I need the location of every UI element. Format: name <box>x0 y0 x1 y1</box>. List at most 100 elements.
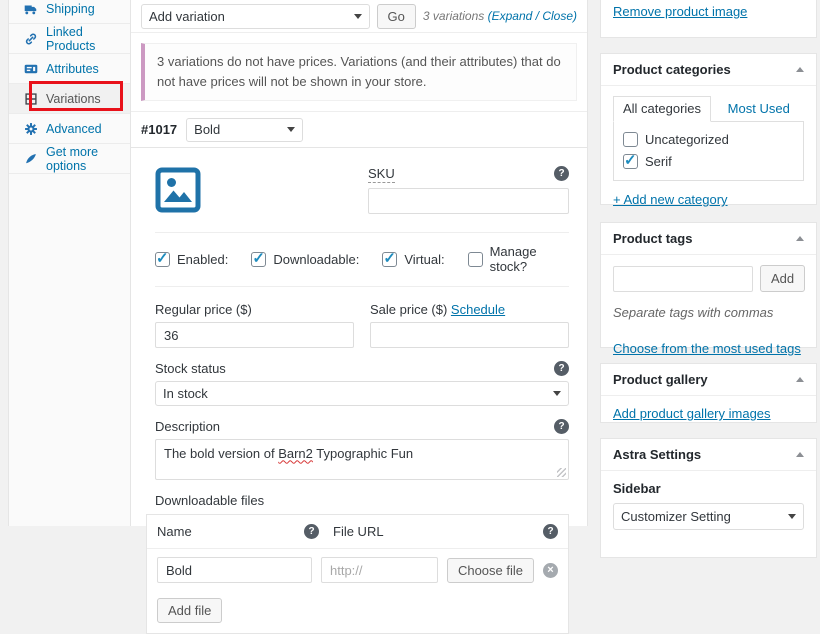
file-url-header: File URL <box>333 524 384 539</box>
tab-variations[interactable]: Variations <box>9 84 130 114</box>
expand-link[interactable]: Expand <box>492 9 533 23</box>
product-gallery-header[interactable]: Product gallery <box>601 364 816 396</box>
delete-file-icon[interactable]: × <box>543 563 558 578</box>
sale-price-input[interactable] <box>370 322 569 348</box>
description-textarea[interactable]: The bold version of Barn2 Typographic Fu… <box>155 439 569 480</box>
chevron-down-icon <box>553 391 561 396</box>
category-item-uncategorized: ✓ Uncategorized <box>623 132 794 147</box>
downloadable-files-table: Name? File URL? Choose file × Add file <box>146 514 569 634</box>
image-placeholder-icon <box>155 167 201 213</box>
sale-price-label: Sale price ($) <box>370 302 451 317</box>
variation-image-upload[interactable] <box>155 166 368 216</box>
sku-label: SKU <box>368 166 395 183</box>
stock-status-select[interactable]: In stock <box>155 381 569 406</box>
product-categories-header[interactable]: Product categories <box>601 54 816 86</box>
product-tags-panel: Product tags Add Separate tags with comm… <box>600 222 817 348</box>
file-table-footer: Add file <box>147 592 568 633</box>
schedule-link[interactable]: Schedule <box>451 302 505 317</box>
file-url-help-icon[interactable]: ? <box>543 524 558 539</box>
product-categories-title: Product categories <box>613 62 731 77</box>
file-name-input[interactable] <box>157 557 312 583</box>
wing-icon <box>24 152 38 166</box>
product-image-panel: Remove product image <box>600 0 817 38</box>
description-help-icon[interactable]: ? <box>554 419 569 434</box>
attributes-icon <box>24 62 38 76</box>
notice-wrapper: 3 variations do not have prices. Variati… <box>131 33 587 112</box>
collapse-icon[interactable] <box>796 67 804 72</box>
gear-icon <box>24 122 38 136</box>
sku-help-icon[interactable]: ? <box>554 166 569 181</box>
file-name-help-icon[interactable]: ? <box>304 524 319 539</box>
tab-all-categories[interactable]: All categories <box>613 96 711 122</box>
collapse-icon[interactable] <box>796 236 804 241</box>
enabled-checkbox[interactable]: ✓ <box>155 252 170 267</box>
no-prices-notice: 3 variations do not have prices. Variati… <box>141 43 577 101</box>
manage-stock-checkbox[interactable]: ✓ <box>468 252 483 267</box>
collapse-icon[interactable] <box>796 377 804 382</box>
sku-field-group: SKU ? <box>368 166 569 216</box>
add-variation-select[interactable]: Add variation <box>141 4 370 29</box>
product-tags-header[interactable]: Product tags <box>601 223 816 255</box>
grid-icon <box>24 92 38 106</box>
downloadable-label: Downloadable: <box>273 252 359 267</box>
tab-attributes-label: Attributes <box>46 62 99 76</box>
tab-shipping-label: Shipping <box>46 2 95 16</box>
add-gallery-images-link[interactable]: Add product gallery images <box>613 406 771 421</box>
astra-settings-header[interactable]: Astra Settings <box>601 439 816 471</box>
tab-attributes[interactable]: Attributes <box>9 54 130 84</box>
variation-attribute-select[interactable]: Bold <box>186 118 303 142</box>
sku-input[interactable] <box>368 188 569 214</box>
add-file-button[interactable]: Add file <box>157 598 222 623</box>
downloadable-option: ✓ Downloadable: <box>251 252 359 267</box>
category-tabs: All categories Most Used <box>613 96 804 121</box>
product-categories-panel: Product categories All categories Most U… <box>600 53 817 205</box>
stock-status-label: Stock status <box>155 361 226 376</box>
variation-attribute-value: Bold <box>194 122 220 137</box>
choose-file-button[interactable]: Choose file <box>447 558 534 583</box>
description-misspelled-word: Barn2 <box>278 446 313 461</box>
stock-status-group: Stock status ? In stock <box>155 361 569 406</box>
add-new-category-link[interactable]: + Add new category <box>613 192 728 207</box>
astra-settings-title: Astra Settings <box>613 447 701 462</box>
tab-linked-products[interactable]: Linked Products <box>9 24 130 54</box>
product-data-tabs: Shipping Linked Products Attributes Vari… <box>8 0 131 526</box>
link-icon <box>24 32 38 46</box>
category-item-serif: ✓ Serif <box>623 154 794 169</box>
uncategorized-checkbox[interactable]: ✓ <box>623 132 638 147</box>
remove-product-image-link[interactable]: Remove product image <box>613 4 747 19</box>
chevron-down-icon <box>287 127 295 132</box>
serif-label: Serif <box>645 154 672 169</box>
variations-toolbar: Add variation Go 3 variations (Expand / … <box>131 0 587 33</box>
tags-input[interactable] <box>613 266 753 292</box>
description-text-before: The bold version of <box>164 446 278 461</box>
variation-body: SKU ? ✓ Enabled: ✓ Downloadable: ✓ Virtu… <box>131 148 587 634</box>
stock-status-help-icon[interactable]: ? <box>554 361 569 376</box>
serif-checkbox[interactable]: ✓ <box>623 154 638 169</box>
virtual-checkbox[interactable]: ✓ <box>382 252 397 267</box>
close-link[interactable]: Close <box>542 9 573 23</box>
regular-price-input[interactable] <box>155 322 354 348</box>
tab-most-used[interactable]: Most Used <box>728 101 790 116</box>
virtual-label: Virtual: <box>404 252 444 267</box>
file-url-input[interactable] <box>321 557 438 583</box>
tags-hint: Separate tags with commas <box>613 305 804 320</box>
choose-most-used-tags-link[interactable]: Choose from the most used tags <box>613 341 801 356</box>
product-gallery-title: Product gallery <box>613 372 708 387</box>
variation-id: #1017 <box>141 122 177 137</box>
variation-header-row: #1017 Bold <box>131 112 587 148</box>
go-button[interactable]: Go <box>377 4 416 29</box>
regular-price-label: Regular price ($) <box>155 302 354 317</box>
tab-shipping[interactable]: Shipping <box>9 0 130 24</box>
tab-linked-products-label: Linked Products <box>46 25 130 53</box>
product-gallery-panel: Product gallery Add product gallery imag… <box>600 363 817 423</box>
add-tag-button[interactable]: Add <box>760 265 805 292</box>
tab-get-more-options-label: Get more options <box>46 145 130 173</box>
price-row: Regular price ($) Sale price ($) Schedul… <box>155 302 569 348</box>
description-text-after: Typographic Fun <box>313 446 413 461</box>
tab-advanced[interactable]: Advanced <box>9 114 130 144</box>
regular-price-group: Regular price ($) <box>155 302 354 348</box>
collapse-icon[interactable] <box>796 452 804 457</box>
virtual-option: ✓ Virtual: <box>382 252 444 267</box>
downloadable-checkbox[interactable]: ✓ <box>251 252 266 267</box>
tab-get-more-options[interactable]: Get more options <box>9 144 130 174</box>
